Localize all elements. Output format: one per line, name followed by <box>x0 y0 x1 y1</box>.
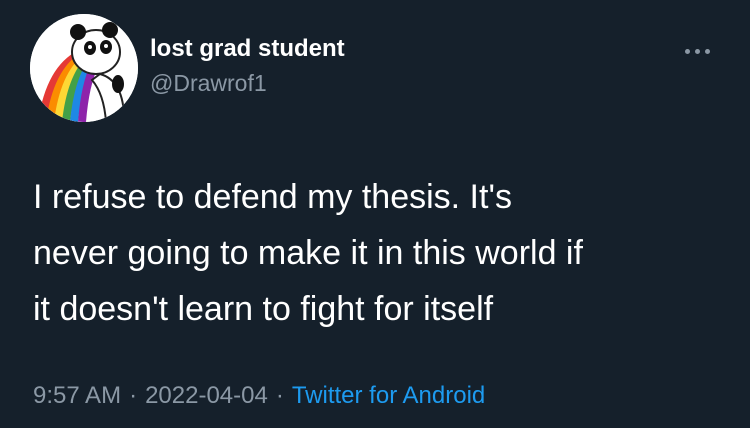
more-dot <box>684 48 690 54</box>
separator: · <box>129 382 138 409</box>
author-display-name[interactable]: lost grad student <box>150 34 345 64</box>
tweet-text: I refuse to defend my thesis. It's never… <box>33 169 723 337</box>
more-dot <box>704 48 710 54</box>
separator: · <box>275 382 284 409</box>
tweet-metadata: 9:57 AM · 2022-04-04 · Twitter for Android <box>33 380 485 412</box>
more-dot <box>694 48 700 54</box>
author-handle[interactable]: @Drawrof1 <box>150 68 345 98</box>
tweet-date[interactable]: 2022-04-04 <box>145 382 268 409</box>
author-info[interactable]: lost grad student @Drawrof1 <box>150 34 345 98</box>
tweet-time[interactable]: 9:57 AM <box>33 382 121 409</box>
more-horizontal-icon[interactable] <box>676 40 718 62</box>
panda-rainbow-avatar-icon[interactable] <box>30 14 138 122</box>
tweet-text-line: never going to make it in this world if <box>33 234 583 272</box>
tweet-text-line: I refuse to defend my thesis. It's <box>33 178 512 216</box>
tweet-card: lost grad student @Drawrof1 I refuse to … <box>0 0 750 428</box>
tweet-source-link[interactable]: Twitter for Android <box>292 382 485 409</box>
tweet-text-line: it doesn't learn to fight for itself <box>33 290 494 328</box>
